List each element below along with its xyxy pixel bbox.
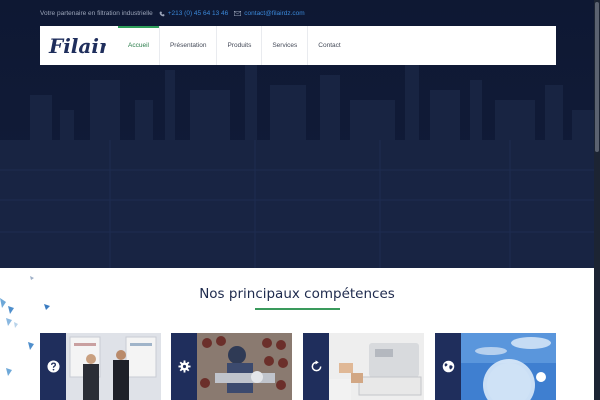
phone-link[interactable]: +213 (0) 45 64 13 46 — [159, 10, 229, 17]
training-photo — [66, 333, 161, 400]
competence-card[interactable] — [435, 333, 556, 400]
gear-icon — [177, 360, 191, 373]
nav-item-presentation[interactable]: Présentation — [160, 26, 218, 65]
scrollbar-thumb[interactable] — [595, 2, 599, 152]
competences-cards — [40, 333, 556, 400]
machine-photo — [329, 333, 424, 400]
card-icon-band — [171, 333, 197, 400]
nav-item-accueil[interactable]: Accueil — [118, 26, 160, 65]
site-logo[interactable]: Filair — [40, 26, 118, 65]
competence-card[interactable] — [40, 333, 161, 400]
workshop-photo — [197, 333, 292, 400]
refresh-icon — [311, 360, 321, 372]
phone-icon — [159, 11, 165, 16]
title-underline — [255, 308, 340, 310]
filair-logo: Filair — [48, 34, 106, 58]
nav-item-contact[interactable]: Contact — [308, 26, 350, 65]
question-icon — [46, 360, 60, 373]
main-navbar: Filair Accueil Présentation Produits Ser… — [40, 26, 556, 65]
globe-icon — [442, 360, 454, 373]
tagline: Votre partenaire en filtration industrie… — [40, 10, 153, 17]
card-icon-band — [435, 333, 461, 400]
page-scrollbar[interactable] — [594, 0, 600, 400]
nav-item-services[interactable]: Services — [262, 26, 309, 65]
card-icon-band — [40, 333, 66, 400]
email-link[interactable]: contact@filairdz.com — [234, 10, 305, 17]
phone-number: +213 (0) 45 64 13 46 — [167, 10, 229, 17]
nav-item-produits[interactable]: Produits — [217, 26, 263, 65]
card-icon-band — [303, 333, 329, 400]
section-title: Nos principaux compétences — [199, 286, 395, 302]
email-address: contact@filairdz.com — [244, 10, 305, 17]
competence-card[interactable] — [171, 333, 292, 400]
sky-globe-photo — [461, 333, 556, 400]
competence-card[interactable] — [303, 333, 424, 400]
top-info-bar: Votre partenaire en filtration industrie… — [40, 7, 311, 20]
svg-text:Filair: Filair — [48, 34, 106, 58]
envelope-icon — [234, 11, 242, 16]
